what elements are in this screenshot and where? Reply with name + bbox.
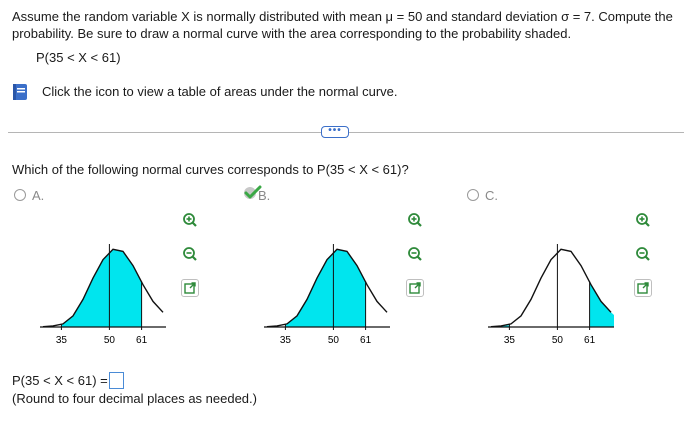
option-c-radio[interactable] [467,189,479,201]
rounding-hint: (Round to four decimal places as needed.… [12,391,257,406]
option-a-radio[interactable] [14,189,26,201]
problem-text-line1: Assume the random variable X is normally… [12,9,673,24]
book-icon[interactable] [10,82,30,102]
option-c-label[interactable]: C. [485,188,498,203]
tick-label: 50 [104,335,116,346]
popout-icon[interactable] [634,279,652,297]
answer-input[interactable] [108,372,124,389]
expand-button[interactable]: ••• [321,126,349,138]
tick-label: 50 [552,335,564,346]
answer-row: P(35 < X < 61) = [12,372,124,389]
tick-label: 35 [56,335,68,346]
option-a-label[interactable]: A. [32,188,44,203]
zoom-out-icon[interactable] [181,245,199,263]
normal-curve-b: 35 50 61 [262,230,392,350]
answer-prefix: P(35 < X < 61) = [12,373,108,388]
question-text: Which of the following normal curves cor… [12,162,409,177]
problem-text-line2: probability. Be sure to draw a normal cu… [12,26,572,41]
zoom-out-icon[interactable] [634,245,652,263]
normal-curve-c: 35 50 61 [486,230,616,350]
normal-curve-a: 35 50 61 [38,230,168,350]
tick-label: 61 [584,335,596,346]
tick-label: 61 [136,335,148,346]
zoom-in-icon[interactable] [634,211,652,229]
zoom-in-icon[interactable] [406,211,424,229]
popout-icon[interactable] [406,279,424,297]
zoom-out-icon[interactable] [406,245,424,263]
help-text: Click the icon to view a table of areas … [42,84,398,99]
tick-label: 50 [328,335,340,346]
tick-label: 61 [360,335,372,346]
probability-expression: P(35 < X < 61) [36,50,121,65]
tick-label: 35 [504,335,516,346]
popout-icon[interactable] [181,279,199,297]
option-b-label[interactable]: B. [258,188,270,203]
zoom-in-icon[interactable] [181,211,199,229]
tick-label: 35 [280,335,292,346]
